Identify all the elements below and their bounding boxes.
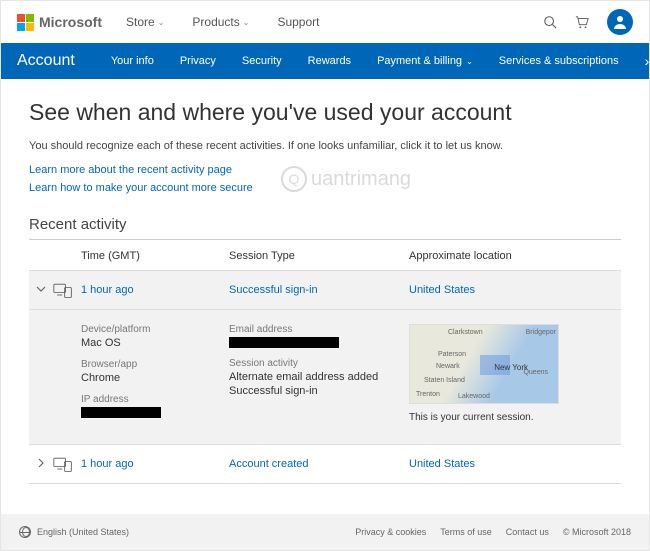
chevron-down-icon [35,283,47,295]
microsoft-logo[interactable]: Microsoft [17,14,102,31]
activity-detail-panel: Device/platform Mac OS Browser/app Chrom… [29,310,621,445]
col-header-session: Session Type [229,250,409,262]
nav-support[interactable]: Support [277,15,319,29]
nav-scroll-right[interactable]: › [645,53,650,69]
main-content: See when and where you've used your acco… [1,79,649,514]
chevron-right-icon [35,457,47,469]
nav-rewards[interactable]: Rewards [308,55,351,67]
chevron-down-icon: ⌄ [158,18,165,27]
account-avatar[interactable] [607,9,633,35]
nav-store-label: Store [126,15,155,29]
globe-icon [19,526,31,538]
activity-time: 1 hour ago [81,458,229,470]
device-icon [53,455,81,473]
activity-row[interactable]: 1 hour ago Successful sign-in United Sta… [29,270,621,310]
chevron-down-icon: ⌄ [243,18,250,27]
map-place: Trenton [416,391,440,398]
detail-browser-label: Browser/app [81,359,229,370]
nav-your-info[interactable]: Your info [111,55,154,67]
top-right-controls [543,9,633,35]
account-nav-brand[interactable]: Account [17,52,75,70]
nav-privacy[interactable]: Privacy [180,55,216,67]
map-place: Paterson [438,351,466,358]
map-place: Queens [523,369,548,376]
map-place: Newark [436,363,460,370]
microsoft-logo-icon [17,14,34,31]
global-header: Microsoft Store ⌄ Products ⌄ Support [1,1,649,43]
activity-session: Successful sign-in [229,284,409,296]
detail-browser-value: Chrome [81,372,229,384]
nav-services[interactable]: Services & subscriptions [499,55,619,67]
nav-security[interactable]: Security [242,55,282,67]
detail-activity-2: Successful sign-in [229,385,409,397]
map-place: Lakewood [458,393,490,400]
nav-store[interactable]: Store ⌄ [126,15,164,29]
detail-device-label: Device/platform [81,324,229,335]
activity-time: 1 hour ago [81,284,229,296]
account-nav: Account Your info Privacy Security Rewar… [1,43,649,79]
nav-payment-billing[interactable]: Payment & billing ⌄ [377,55,473,67]
detail-activity-1: Alternate email address added [229,371,409,383]
footer-language[interactable]: English (United States) [19,526,129,538]
map-place: Staten Island [424,377,465,384]
top-nav: Store ⌄ Products ⌄ Support [126,15,319,29]
page-title: See when and where you've used your acco… [29,99,621,126]
chevron-down-icon: ⌄ [466,57,473,66]
detail-activity-label: Session activity [229,358,409,369]
link-learn-activity[interactable]: Learn more about the recent activity pag… [29,164,621,176]
location-map: Clarkstown Bridgepor Paterson Newark Sta… [409,324,559,404]
expand-toggle[interactable] [29,457,53,472]
person-icon [612,14,628,30]
col-header-time: Time (GMT) [29,250,229,262]
activity-location: United States [409,284,621,296]
map-place: Bridgepor [526,329,556,336]
current-session-note: This is your current session. [409,412,621,423]
nav-payment-label: Payment & billing [377,55,462,67]
page-description: You should recognize each of these recen… [29,140,621,152]
page-footer: English (United States) Privacy & cookie… [1,514,649,550]
link-learn-secure[interactable]: Learn how to make your account more secu… [29,182,621,194]
activity-header-row: Time (GMT) Session Type Approximate loca… [29,240,621,270]
map-place: Clarkstown [448,329,483,336]
activity-session: Account created [229,458,409,470]
detail-email-redacted [229,337,339,348]
detail-ip-label: IP address [81,394,229,405]
collapse-toggle[interactable] [29,283,53,298]
activity-location: United States [409,458,621,470]
cart-icon[interactable] [575,15,589,29]
detail-email-label: Email address [229,324,409,335]
activity-row[interactable]: 1 hour ago Account created United States [29,445,621,484]
search-icon[interactable] [543,15,557,29]
section-recent-activity: Recent activity [29,216,621,240]
col-header-location: Approximate location [409,250,621,262]
nav-products-label: Products [192,15,239,29]
microsoft-wordmark: Microsoft [39,14,102,30]
nav-support-label: Support [277,15,319,29]
device-icon [53,281,81,299]
detail-ip-redacted [81,407,161,418]
detail-device-value: Mac OS [81,337,229,349]
nav-products[interactable]: Products ⌄ [192,15,249,29]
